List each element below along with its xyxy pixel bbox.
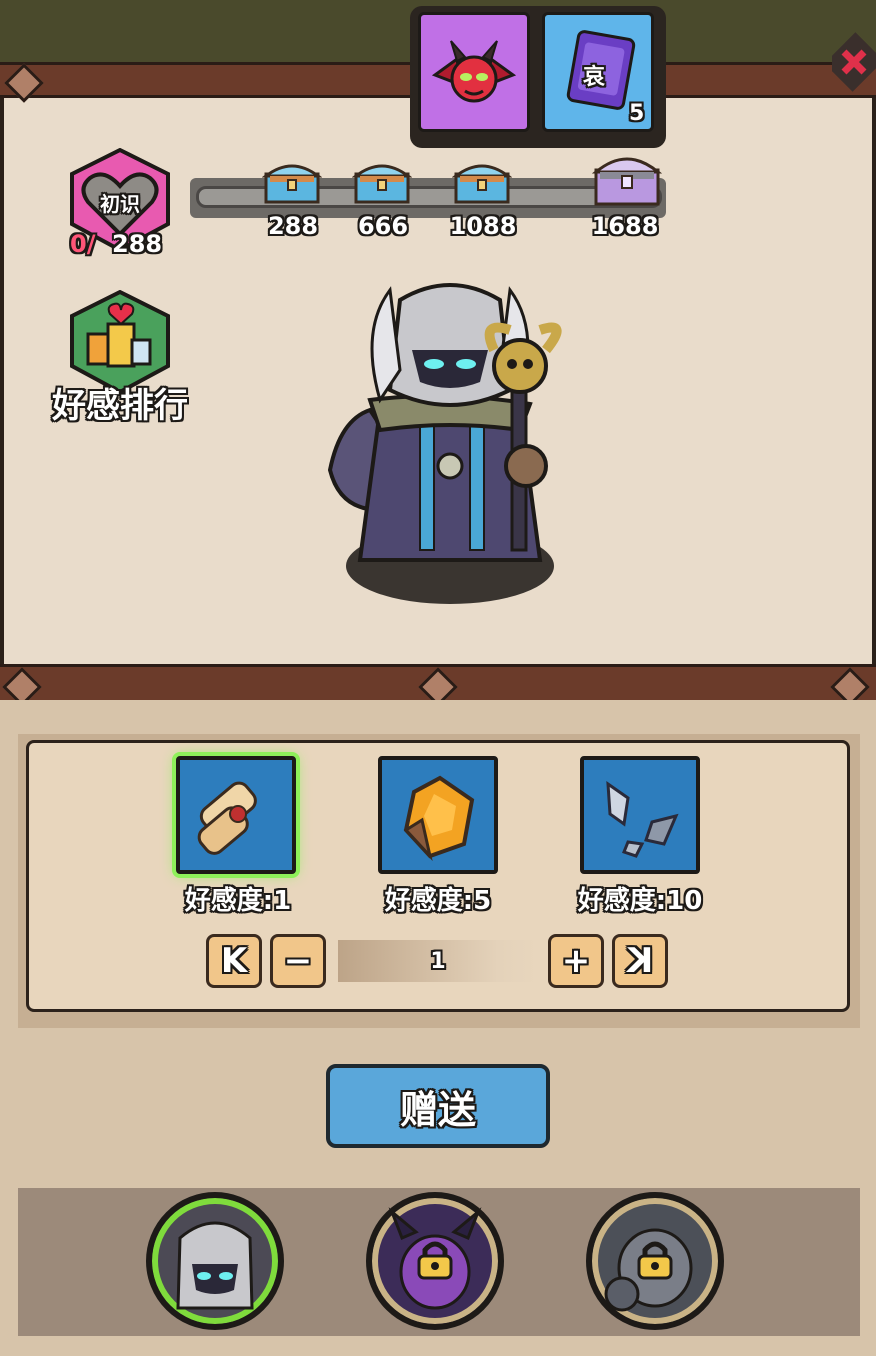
blue-chest-icon[interactable] — [351, 158, 413, 206]
gift-affection-label: 好感度:5 — [384, 886, 492, 916]
card-count: 5 — [629, 101, 645, 126]
quantity-plus-button[interactable]: + — [548, 934, 604, 988]
milestone-value: 1088 — [449, 212, 517, 240]
blue-chest-icon[interactable] — [261, 158, 323, 206]
gift-affection-label: 好感度:10 — [577, 886, 703, 916]
milestone-value: 666 — [357, 212, 409, 240]
affection-level: 初识 — [100, 192, 140, 216]
wood-frame-middle — [0, 664, 876, 707]
hero-character — [327, 283, 562, 604]
lock-icon — [637, 1241, 673, 1280]
quantity-max-button[interactable]: K — [612, 934, 668, 988]
milestone-value: 1688 — [591, 212, 659, 240]
lock-icon — [417, 1241, 453, 1280]
quantity-field[interactable]: 1 — [338, 940, 538, 982]
gift-slot-crystal[interactable] — [580, 756, 700, 874]
affection-current: 0/ — [70, 230, 96, 258]
card-glyph: 哀 — [583, 65, 606, 90]
blue-chest-icon[interactable] — [451, 158, 513, 206]
devil-tab[interactable] — [418, 12, 530, 132]
quantity-min-button[interactable]: K — [206, 934, 262, 988]
purple-chest-icon[interactable] — [591, 150, 663, 208]
knight-portrait-icon — [176, 1221, 254, 1310]
ranking-label[interactable]: 好感排行 — [40, 378, 200, 427]
devil-mask-icon — [431, 40, 517, 103]
hero-portrait-selected[interactable] — [146, 1192, 284, 1330]
hero-portrait-locked[interactable] — [586, 1192, 724, 1330]
send-gift-button[interactable]: 赠送 — [326, 1064, 550, 1148]
emotion-card-tab[interactable]: 哀 5 — [542, 12, 654, 132]
amber-gem-icon — [403, 775, 475, 862]
quantity-minus-button[interactable]: − — [270, 934, 326, 988]
hero-portrait-locked[interactable] — [366, 1192, 504, 1330]
gift-slot-scroll[interactable] — [176, 756, 296, 874]
affection-max: 288 — [112, 230, 163, 258]
gift-slot-amber[interactable] — [378, 756, 498, 874]
wood-ornament — [4, 63, 44, 103]
scroll-icon — [197, 781, 257, 855]
crystal-shards-icon — [606, 780, 679, 858]
gift-affection-label: 好感度:1 — [184, 886, 292, 916]
milestone-value: 288 — [267, 212, 319, 240]
close-icon[interactable] — [832, 20, 876, 100]
